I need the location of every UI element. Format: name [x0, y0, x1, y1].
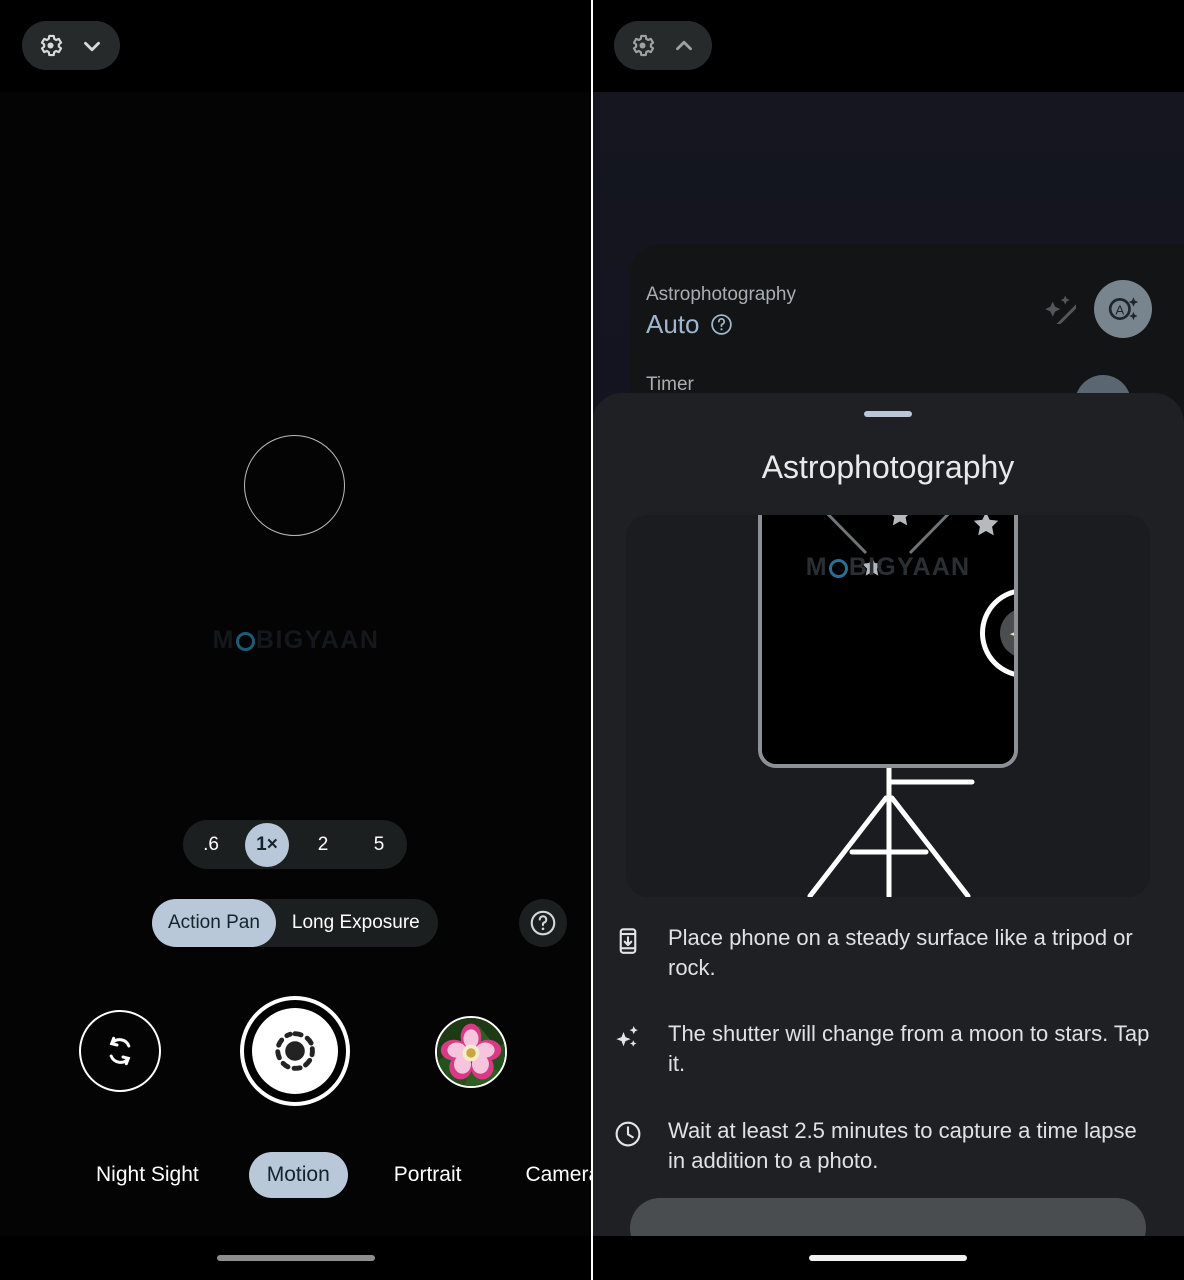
help-circle-icon: [530, 910, 556, 936]
illustration-shutter-inner: [1000, 608, 1014, 658]
setting-row-astrophotography[interactable]: Astrophotography Auto: [646, 284, 796, 340]
home-indicator[interactable]: [217, 1255, 375, 1261]
navigation-bar-right: [592, 1236, 1184, 1280]
focus-ring: [244, 435, 345, 536]
motion-shutter-icon: [275, 1031, 315, 1071]
gallery-thumbnail-button[interactable]: [435, 1016, 507, 1088]
watermark-illustration: M BIGYAAN: [805, 553, 971, 581]
sparkles-icon: [610, 1019, 646, 1052]
setting-label: Astrophotography: [646, 284, 796, 305]
watermark-left: M BIGYAAN: [212, 626, 380, 654]
navigation-bar-left: [0, 1236, 592, 1280]
mode-motion[interactable]: Motion: [248, 1152, 348, 1198]
sheet-action-button[interactable]: [630, 1198, 1146, 1236]
camera-mode-strip[interactable]: Night Sight Motion Portrait Camera: [0, 1152, 592, 1198]
mode-night-sight[interactable]: Night Sight: [78, 1152, 217, 1198]
settings-pill-left[interactable]: [22, 21, 120, 70]
submode-long-exposure[interactable]: Long Exposure: [276, 899, 436, 947]
right-screen-astro-info: Astrophotography Auto A Timer Astrophoto…: [592, 0, 1184, 1280]
gear-icon[interactable]: [629, 32, 656, 59]
zoom-option-1[interactable]: 1×: [245, 822, 289, 867]
tripod-illustration: [807, 760, 975, 897]
astrophotography-info-sheet: Astrophotography M BIGYAAN Place phone o…: [592, 393, 1184, 1236]
screenshot-root: M BIGYAAN .6 1× 2 5 Action Pan Long Expo…: [0, 0, 1184, 1280]
shutter-inner: [252, 1008, 338, 1094]
chevron-up-icon[interactable]: [671, 33, 697, 59]
help-button[interactable]: [519, 899, 567, 947]
astro-auto-icon[interactable]: A: [1094, 280, 1152, 338]
zoom-option-2[interactable]: 2: [301, 823, 345, 867]
svg-text:A: A: [1115, 302, 1124, 317]
flip-camera-icon: [109, 1036, 131, 1066]
tip-text: Place phone on a steady surface like a t…: [668, 925, 1133, 981]
tip-item: The shutter will change from a moon to s…: [610, 1019, 1156, 1079]
mode-portrait[interactable]: Portrait: [376, 1152, 480, 1198]
tips-list: Place phone on a steady surface like a t…: [592, 923, 1184, 1176]
left-screen-camera-motion: M BIGYAAN .6 1× 2 5 Action Pan Long Expo…: [0, 0, 592, 1280]
tip-text: Wait at least 2.5 minutes to capture a t…: [668, 1117, 1137, 1173]
tip-text: The shutter will change from a moon to s…: [668, 1021, 1150, 1077]
sheet-drag-handle[interactable]: [864, 411, 912, 417]
help-circle-icon[interactable]: [709, 312, 734, 337]
phone-illustration: M BIGYAAN: [758, 515, 1018, 768]
zoom-option-3[interactable]: 5: [357, 823, 401, 867]
panel-divider: [591, 0, 593, 1280]
sheet-title: Astrophotography: [761, 449, 1015, 485]
submode-action-pan[interactable]: Action Pan: [152, 899, 276, 947]
setting-value-text: Auto: [646, 309, 700, 339]
shutter-button[interactable]: [240, 996, 350, 1106]
flip-camera-button[interactable]: [79, 1010, 161, 1092]
flower-thumbnail: [437, 1018, 505, 1086]
setting-value: Auto: [646, 309, 796, 340]
home-indicator[interactable]: [809, 1255, 967, 1261]
phone-steady-icon: [610, 923, 646, 956]
zoom-option-0[interactable]: .6: [189, 823, 233, 867]
zoom-selector[interactable]: .6 1× 2 5: [183, 820, 407, 869]
gear-icon[interactable]: [37, 32, 64, 59]
illustration-card: M BIGYAAN: [626, 515, 1150, 897]
astro-off-icon[interactable]: [1042, 290, 1080, 329]
chevron-down-icon[interactable]: [79, 33, 105, 59]
motion-submode-toggle[interactable]: Action Pan Long Exposure: [152, 899, 438, 947]
astro-mode-icons[interactable]: A: [1042, 280, 1152, 338]
tip-item: Wait at least 2.5 minutes to capture a t…: [610, 1116, 1156, 1176]
mode-camera[interactable]: Camera: [507, 1152, 592, 1198]
settings-pill-right[interactable]: [614, 21, 712, 70]
clock-icon: [610, 1116, 646, 1149]
sparkles-icon: [1009, 632, 1014, 636]
tip-item: Place phone on a steady surface like a t…: [610, 923, 1156, 983]
